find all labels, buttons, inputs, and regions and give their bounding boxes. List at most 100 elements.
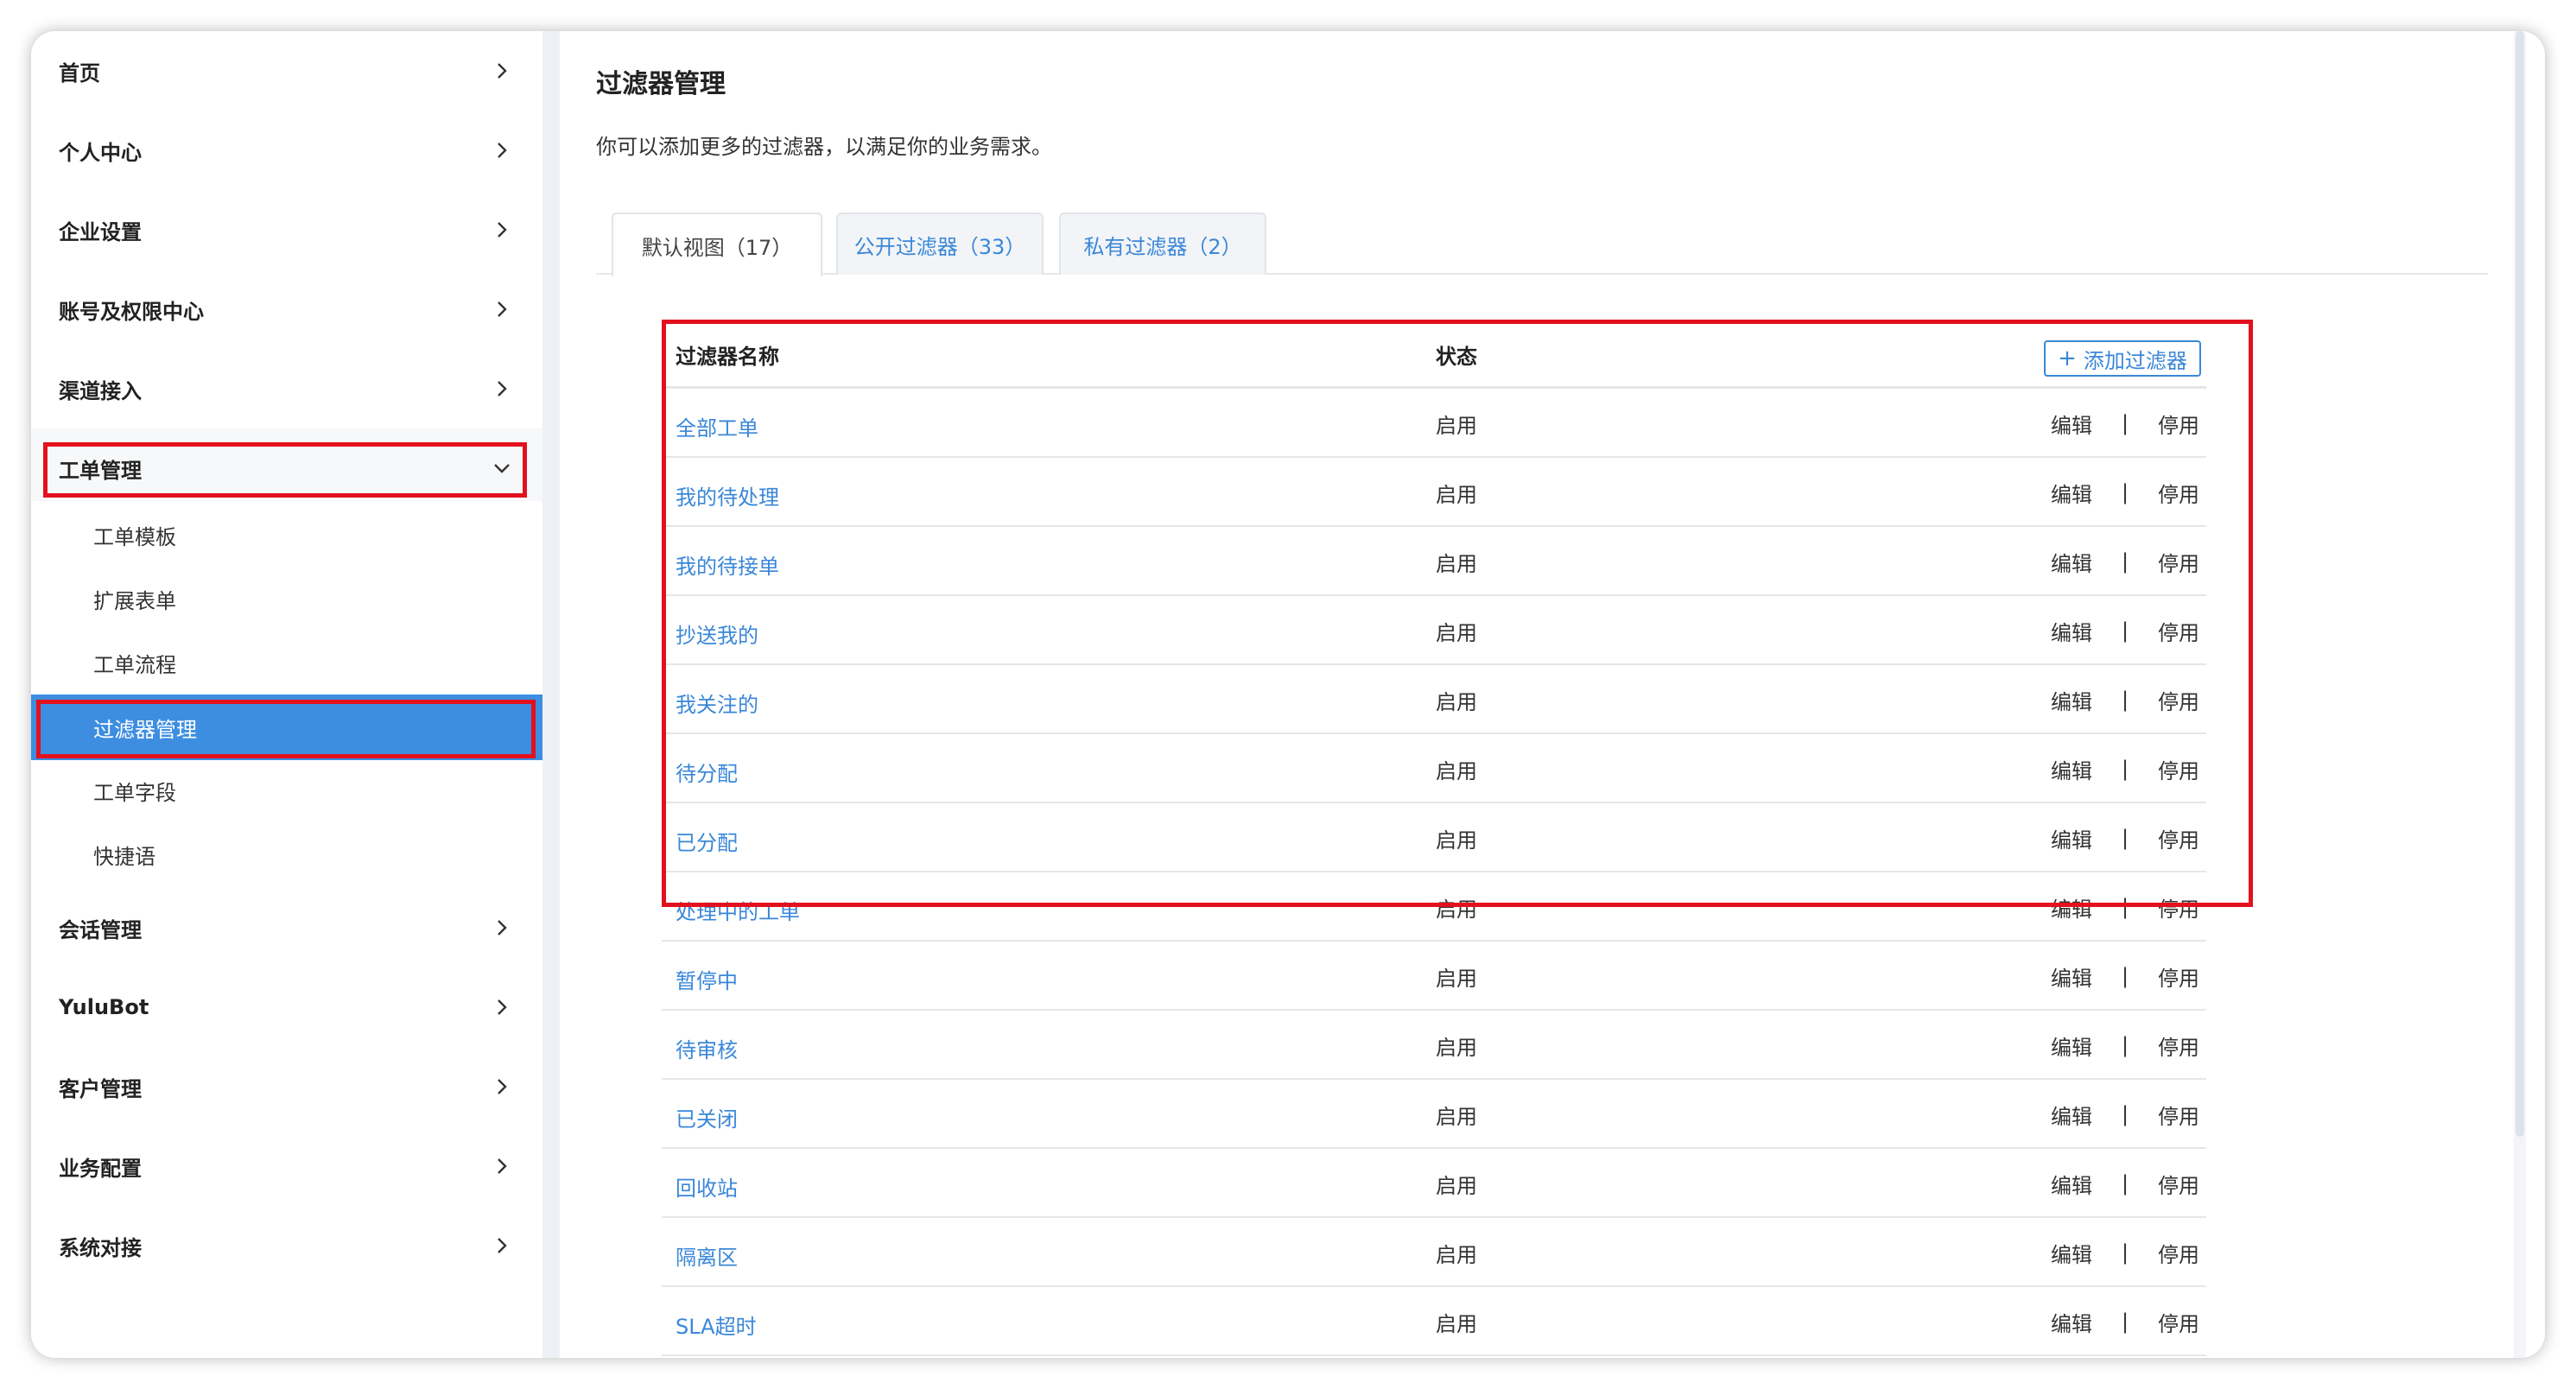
table-row: SLA超时 启用 编辑 | 停用 (662, 1287, 2206, 1356)
edit-button[interactable]: 编辑 (2051, 685, 2092, 715)
filter-name-link[interactable]: 待分配 (676, 734, 738, 803)
filter-name-link[interactable]: 待审核 (676, 1011, 738, 1080)
action-separator: | (2121, 895, 2129, 919)
edit-button[interactable]: 编辑 (2051, 478, 2092, 508)
row-actions: 编辑 | 停用 (2051, 596, 2199, 665)
sidebar-nav: 首页 个人中心 企业设置 账号及权限中心 渠道接入 工单管理 工单模板 扩展表单… (31, 31, 542, 1358)
chevron-right-icon (492, 220, 511, 239)
disable-button[interactable]: 停用 (2158, 823, 2199, 853)
edit-button[interactable]: 编辑 (2051, 754, 2092, 784)
scrollbar-thumb[interactable] (2516, 31, 2524, 1137)
disable-button[interactable]: 停用 (2158, 409, 2199, 439)
chevron-right-icon (492, 300, 511, 319)
sidebar-subitem-ticket-fields[interactable]: 工单字段 (31, 758, 542, 822)
filter-status: 启用 (1436, 758, 1477, 783)
sidebar-subitem-extended-form[interactable]: 扩展表单 (31, 567, 542, 631)
disable-button[interactable]: 停用 (2158, 1100, 2199, 1130)
disable-button[interactable]: 停用 (2158, 892, 2199, 923)
sidebar-item-yulubot[interactable]: YuluBot (31, 967, 542, 1047)
filter-status: 启用 (1436, 1035, 1477, 1060)
edit-button[interactable]: 编辑 (2051, 1031, 2092, 1061)
edit-button[interactable]: 编辑 (2051, 1100, 2092, 1130)
chevron-down-icon (492, 459, 511, 478)
action-separator: | (2121, 549, 2129, 574)
sidebar-subitem-ticket-template[interactable]: 工单模板 (31, 503, 542, 567)
sidebar-subitem-filter-management[interactable]: 过滤器管理 (31, 694, 542, 760)
filter-name-link[interactable]: 我的待接单 (676, 527, 779, 596)
action-separator: | (2121, 1033, 2129, 1057)
sidebar-item-conversation-management[interactable]: 会话管理 (31, 888, 542, 967)
sidebar-item-account-permissions[interactable]: 账号及权限中心 (31, 270, 542, 349)
disable-button[interactable]: 停用 (2158, 754, 2199, 784)
chevron-right-icon (492, 141, 511, 160)
filter-name-link[interactable]: 隔离区 (676, 1218, 738, 1287)
row-actions: 编辑 | 停用 (2051, 803, 2199, 872)
disable-button[interactable]: 停用 (2158, 616, 2199, 646)
disable-button[interactable]: 停用 (2158, 1238, 2199, 1268)
table-row: 抄送我的 启用 编辑 | 停用 (662, 596, 2206, 665)
sidebar-item-system-integration[interactable]: 系统对接 (31, 1206, 542, 1285)
table-row: 我的待处理 启用 编辑 | 停用 (662, 458, 2206, 527)
chevron-right-icon (492, 61, 511, 80)
edit-button[interactable]: 编辑 (2051, 616, 2092, 646)
sidebar-item-customer-management[interactable]: 客户管理 (31, 1047, 542, 1126)
sidebar-item-personal-center[interactable]: 个人中心 (31, 111, 542, 190)
filter-name-link[interactable]: 我关注的 (676, 665, 758, 734)
tab-default-view[interactable]: 默认视图（17） (612, 212, 822, 276)
filter-name-link[interactable]: 暂停中 (676, 942, 738, 1011)
edit-button[interactable]: 编辑 (2051, 892, 2092, 923)
edit-button[interactable]: 编辑 (2051, 409, 2092, 439)
edit-button[interactable]: 编辑 (2051, 823, 2092, 853)
sidebar-subitem-quick-phrases[interactable]: 快捷语 (31, 822, 542, 886)
sidebar-item-business-config[interactable]: 业务配置 (31, 1126, 542, 1206)
filter-name-link[interactable]: 已关闭 (676, 1080, 738, 1149)
filter-name-link[interactable]: 抄送我的 (676, 596, 758, 665)
sidebar-item-ticket-management[interactable]: 工单管理 (31, 428, 542, 508)
filter-name-link[interactable]: 回收站 (676, 1149, 738, 1218)
chevron-right-icon (492, 1236, 511, 1255)
filter-name-link[interactable]: 处理中的工单 (676, 872, 800, 942)
action-separator: | (2121, 826, 2129, 850)
filter-status: 启用 (1436, 1311, 1477, 1336)
sidebar-item-channel-access[interactable]: 渠道接入 (31, 349, 542, 428)
table-row: 隔离区 启用 编辑 | 停用 (662, 1218, 2206, 1287)
filter-status: 启用 (1436, 551, 1477, 576)
filter-status: 启用 (1436, 482, 1477, 507)
row-actions: 编辑 | 停用 (2051, 942, 2199, 1011)
edit-button[interactable]: 编辑 (2051, 1169, 2092, 1199)
edit-button[interactable]: 编辑 (2051, 1307, 2092, 1337)
disable-button[interactable]: 停用 (2158, 1169, 2199, 1199)
filter-name-link[interactable]: 我的待处理 (676, 458, 779, 527)
filter-status: 启用 (1436, 1242, 1477, 1267)
action-separator: | (2121, 964, 2129, 988)
edit-button[interactable]: 编辑 (2051, 1238, 2092, 1268)
table-row: 已分配 启用 编辑 | 停用 (662, 803, 2206, 872)
sidebar-item-home[interactable]: 首页 (31, 31, 542, 111)
sidebar-subitem-ticket-workflow[interactable]: 工单流程 (31, 631, 542, 694)
disable-button[interactable]: 停用 (2158, 478, 2199, 508)
disable-button[interactable]: 停用 (2158, 685, 2199, 715)
filter-name-link[interactable]: 已分配 (676, 803, 738, 872)
sidebar-item-label: 企业设置 (59, 219, 142, 244)
edit-button[interactable]: 编辑 (2051, 961, 2092, 992)
row-actions: 编辑 | 停用 (2051, 458, 2199, 527)
row-actions: 编辑 | 停用 (2051, 527, 2199, 596)
edit-button[interactable]: 编辑 (2051, 547, 2092, 577)
sidebar-item-enterprise-settings[interactable]: 企业设置 (31, 190, 542, 270)
disable-button[interactable]: 停用 (2158, 1307, 2199, 1337)
filter-name-link[interactable]: SLA超时 (676, 1287, 757, 1356)
sidebar-item-label: YuluBot (59, 995, 149, 1019)
row-actions: 编辑 | 停用 (2051, 1011, 2199, 1080)
filter-status: 启用 (1436, 828, 1477, 853)
table-row: 处理中的工单 启用 编辑 | 停用 (662, 872, 2206, 942)
disable-button[interactable]: 停用 (2158, 547, 2199, 577)
add-filter-button[interactable]: + 添加过滤器 (2044, 340, 2201, 377)
tab-private-filters[interactable]: 私有过滤器（2） (1059, 212, 1266, 275)
main-panel: 过滤器管理 你可以添加更多的过滤器，以满足你的业务需求。 默认视图（17） 公开… (560, 31, 2545, 1358)
tab-public-filters[interactable]: 公开过滤器（33） (836, 212, 1044, 275)
plus-icon: + (2058, 346, 2077, 371)
disable-button[interactable]: 停用 (2158, 1031, 2199, 1061)
table-row: 待分配 启用 编辑 | 停用 (662, 734, 2206, 803)
disable-button[interactable]: 停用 (2158, 961, 2199, 992)
filter-name-link[interactable]: 全部工单 (676, 389, 758, 458)
